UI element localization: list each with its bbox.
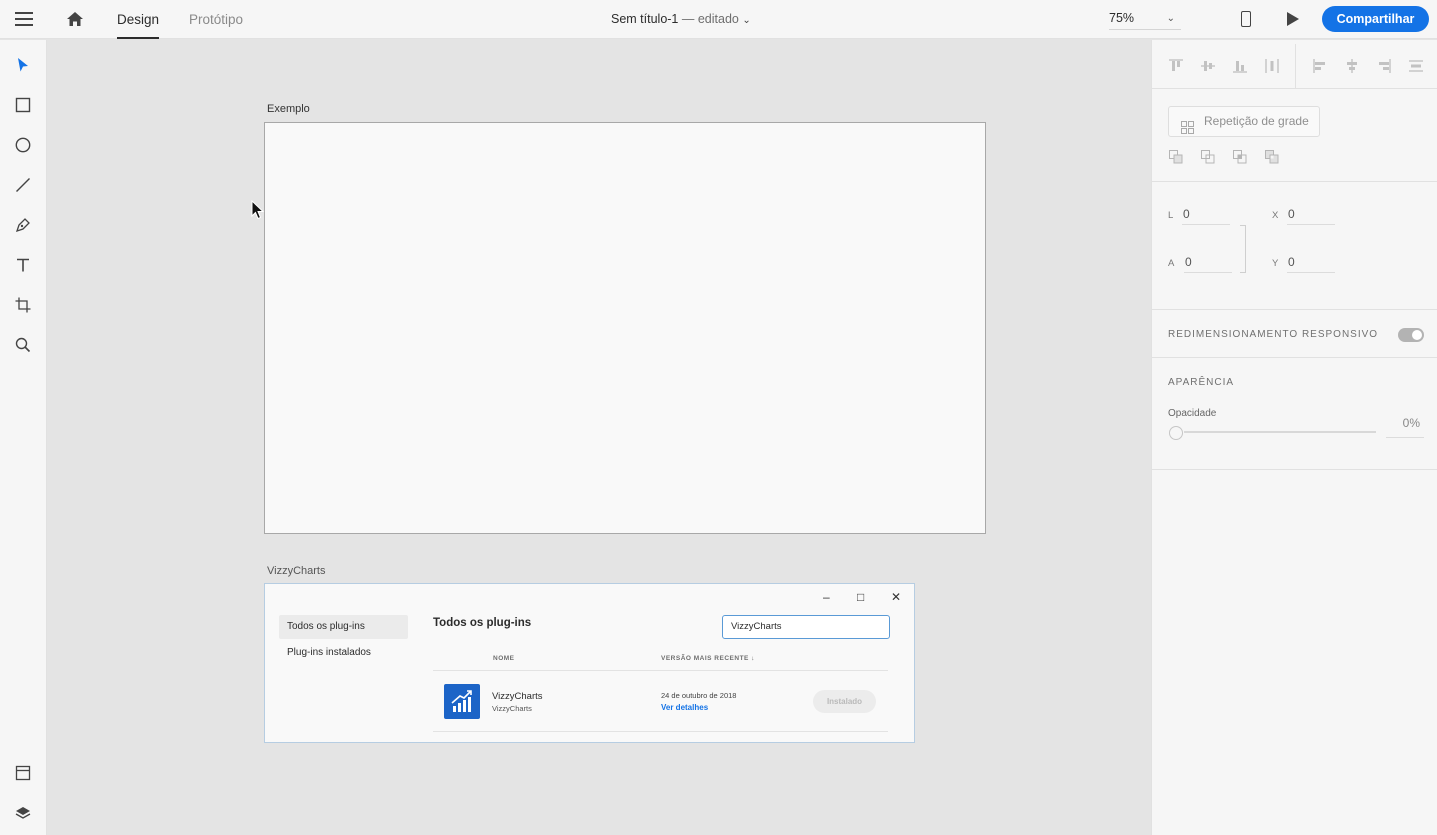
- grid-icon: [1181, 116, 1194, 134]
- plugin-author: VizzyCharts: [492, 704, 532, 713]
- width-input[interactable]: 0: [1182, 205, 1230, 225]
- responsive-resize-toggle[interactable]: [1398, 328, 1424, 342]
- share-button[interactable]: Compartilhar: [1322, 6, 1429, 32]
- align-center-icon[interactable]: [1344, 58, 1360, 74]
- align-left-icon[interactable]: [1312, 58, 1328, 74]
- divider: [1152, 181, 1437, 182]
- zoom-dropdown[interactable]: 75% ⌄: [1109, 8, 1181, 30]
- align-top-icon[interactable]: [1168, 58, 1184, 74]
- divider: [1152, 469, 1437, 470]
- opacity-label: Opacidade: [1168, 408, 1217, 419]
- divider: [433, 731, 888, 732]
- height-input[interactable]: 0: [1184, 253, 1232, 273]
- assets-panel-icon[interactable]: [13, 763, 33, 783]
- x-input[interactable]: 0: [1287, 205, 1335, 225]
- ellipse-tool-icon[interactable]: [13, 135, 33, 155]
- opacity-slider-thumb[interactable]: [1169, 426, 1183, 440]
- opacity-input[interactable]: 0%: [1386, 414, 1424, 438]
- boolean-intersect-icon[interactable]: [1233, 150, 1247, 164]
- chevron-down-icon: ⌄: [742, 15, 751, 26]
- plugin-date: 24 de outubro de 2018: [661, 691, 737, 700]
- toggle-knob: [1412, 330, 1422, 340]
- align-right-icon[interactable]: [1376, 58, 1392, 74]
- plugin-manager-screenshot[interactable]: – □ ✕ Todos os plug-ins Plug-ins instala…: [264, 583, 915, 743]
- distribute-horizontal-icon[interactable]: [1264, 58, 1280, 74]
- divider: [1152, 357, 1437, 358]
- boolean-exclude-icon[interactable]: [1265, 150, 1279, 164]
- installed-button[interactable]: Instalado: [813, 690, 876, 713]
- artboard-label-vizzycharts[interactable]: VizzyCharts: [267, 565, 325, 577]
- column-header-name[interactable]: NOME: [493, 655, 515, 662]
- x-label: X: [1272, 210, 1279, 221]
- maximize-icon[interactable]: □: [857, 590, 864, 604]
- divider: [1152, 309, 1437, 310]
- plugin-details-link[interactable]: Ver detalhes: [661, 703, 708, 712]
- artboard-exemplo[interactable]: [264, 122, 986, 534]
- zoom-tool-icon[interactable]: [13, 335, 33, 355]
- plugin-search-input[interactable]: VizzyCharts: [722, 615, 890, 639]
- minimize-icon[interactable]: –: [823, 590, 830, 604]
- responsive-resize-label: REDIMENSIONAMENTO RESPONSIVO: [1168, 329, 1379, 340]
- left-toolbar: [0, 40, 47, 835]
- boolean-subtract-icon[interactable]: [1201, 150, 1215, 164]
- layers-panel-icon[interactable]: [13, 803, 33, 823]
- artboard-label-exemplo[interactable]: Exemplo: [267, 103, 310, 115]
- chevron-down-icon: ⌄: [1166, 13, 1175, 24]
- top-bar: Design Protótipo Sem título-1 — editado …: [0, 0, 1437, 39]
- artboard-tool-icon[interactable]: [13, 295, 33, 315]
- divider: [1295, 44, 1296, 88]
- pen-tool-icon[interactable]: [13, 215, 33, 235]
- distribute-vertical-icon[interactable]: [1408, 58, 1424, 74]
- hamburger-menu-icon[interactable]: [15, 12, 33, 26]
- play-icon[interactable]: [1287, 12, 1299, 26]
- rectangle-tool-icon[interactable]: [13, 95, 33, 115]
- tab-design[interactable]: Design: [117, 0, 160, 39]
- opacity-slider-track[interactable]: [1184, 431, 1376, 433]
- plugin-name: VizzyCharts: [492, 691, 543, 702]
- line-tool-icon[interactable]: [13, 175, 33, 195]
- close-icon[interactable]: ✕: [891, 590, 901, 604]
- appearance-label: APARÊNCIA: [1168, 377, 1235, 388]
- repeat-grid-button[interactable]: Repetição de grade: [1168, 106, 1320, 137]
- sidebar-item-all-plugins[interactable]: Todos os plug-ins: [279, 615, 408, 639]
- y-label: Y: [1272, 258, 1279, 269]
- document-separator: —: [681, 12, 695, 26]
- boolean-add-icon[interactable]: [1169, 150, 1183, 164]
- plugins-title: Todos os plug-ins: [433, 617, 532, 629]
- column-header-version[interactable]: VERSÃO MAIS RECENTE ↓: [661, 655, 755, 662]
- width-label: L: [1168, 210, 1174, 221]
- align-middle-icon[interactable]: [1200, 58, 1216, 74]
- tab-prototype[interactable]: Protótipo: [189, 0, 243, 39]
- device-preview-icon[interactable]: [1241, 11, 1251, 27]
- canvas[interactable]: Exemplo VizzyCharts – □ ✕ Todos os plug-…: [48, 40, 1150, 835]
- select-tool-icon[interactable]: [13, 55, 33, 75]
- mouse-cursor-icon: [251, 199, 265, 225]
- align-bottom-icon[interactable]: [1232, 58, 1248, 74]
- text-tool-icon[interactable]: [13, 255, 33, 275]
- aspect-lock-icon[interactable]: [1240, 225, 1246, 273]
- divider: [1152, 88, 1437, 89]
- height-label: A: [1168, 258, 1175, 269]
- vizzycharts-logo-icon: [444, 684, 480, 719]
- home-icon[interactable]: [66, 10, 84, 28]
- property-inspector: Repetição de grade L 0 X 0 A 0 Y 0 REDIM…: [1151, 40, 1437, 835]
- repeat-grid-label: Repetição de grade: [1204, 114, 1309, 128]
- zoom-value: 75%: [1109, 11, 1135, 25]
- divider: [433, 670, 888, 671]
- y-input[interactable]: 0: [1287, 253, 1335, 273]
- document-status: editado: [697, 12, 739, 26]
- sidebar-item-installed-plugins[interactable]: Plug-ins instalados: [279, 641, 408, 665]
- document-name: Sem título-1: [611, 12, 679, 26]
- document-title[interactable]: Sem título-1 — editado ⌄: [611, 0, 751, 39]
